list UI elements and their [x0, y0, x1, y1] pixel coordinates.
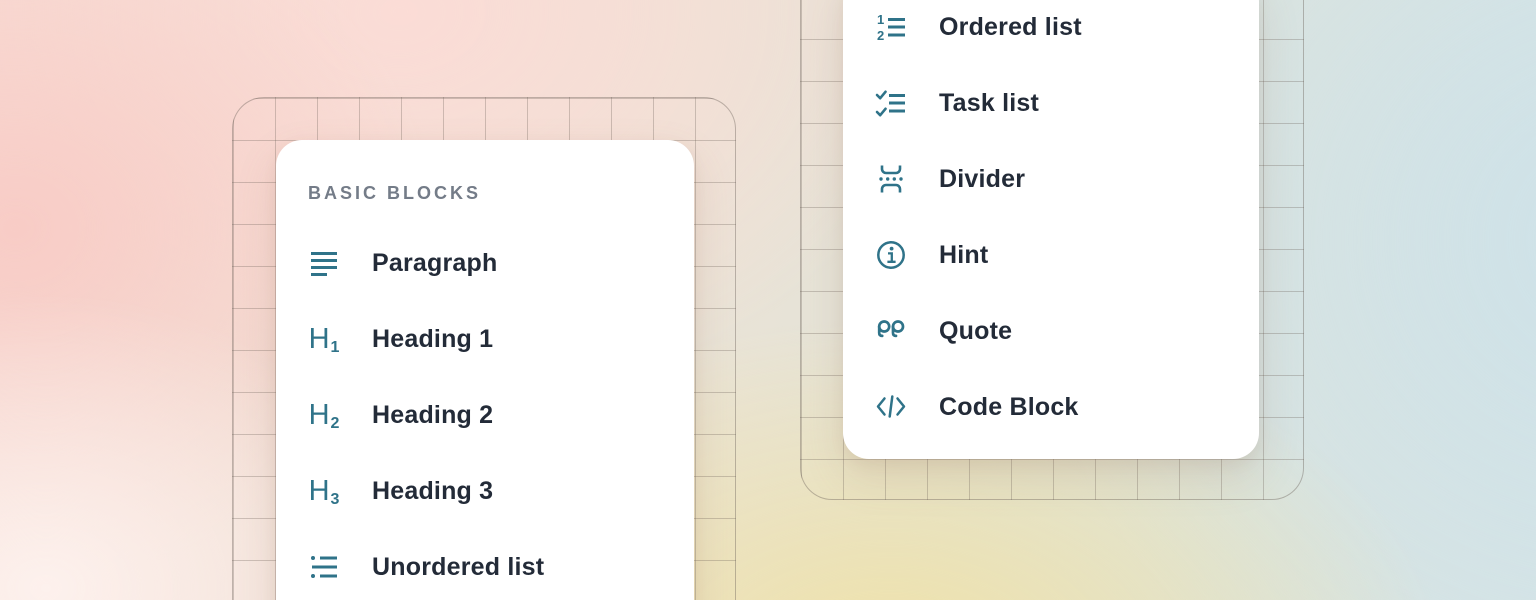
menu-item-hint[interactable]: Hint — [843, 217, 1259, 293]
quote-icon — [875, 315, 907, 347]
basic-blocks-menu: BASIC BLOCKS Paragraph H1 Heading 1 H2 H… — [276, 140, 694, 600]
menu-item-label: Heading 2 — [372, 401, 493, 430]
hint-icon — [875, 239, 907, 271]
menu-item-ordered-list[interactable]: 1 2 Ordered list — [843, 0, 1259, 65]
menu-item-code-block[interactable]: Code Block — [843, 369, 1259, 445]
task-list-icon — [875, 87, 907, 119]
divider-icon — [875, 163, 907, 195]
menu-item-heading-1[interactable]: H1 Heading 1 — [276, 301, 694, 377]
more-blocks-menu: 1 2 Ordered list Task list — [843, 0, 1259, 459]
menu-item-label: Heading 1 — [372, 325, 493, 354]
menu-item-unordered-list[interactable]: Unordered list — [276, 529, 694, 600]
heading-1-icon: H1 — [308, 323, 340, 355]
menu-item-paragraph[interactable]: Paragraph — [276, 225, 694, 301]
menu-item-quote[interactable]: Quote — [843, 293, 1259, 369]
heading-2-icon: H2 — [308, 399, 340, 431]
menu-item-label: Ordered list — [939, 13, 1082, 42]
menu-item-label: Task list — [939, 89, 1039, 118]
menu-item-label: Heading 3 — [372, 477, 493, 506]
svg-text:1: 1 — [877, 12, 884, 27]
svg-text:2: 2 — [877, 28, 884, 43]
ordered-list-icon: 1 2 — [875, 11, 907, 43]
menu-item-label: Unordered list — [372, 553, 544, 582]
paragraph-icon — [308, 247, 340, 279]
code-block-icon — [875, 391, 907, 423]
menu-item-divider[interactable]: Divider — [843, 141, 1259, 217]
menu-item-label: Code Block — [939, 393, 1079, 422]
menu-item-task-list[interactable]: Task list — [843, 65, 1259, 141]
menu-item-label: Hint — [939, 241, 988, 270]
menu-item-label: Quote — [939, 317, 1012, 346]
basic-blocks-header: BASIC BLOCKS — [308, 182, 694, 204]
menu-item-label: Divider — [939, 165, 1025, 194]
menu-item-label: Paragraph — [372, 249, 497, 278]
heading-3-icon: H3 — [308, 475, 340, 507]
unordered-list-icon — [308, 551, 340, 583]
menu-item-heading-2[interactable]: H2 Heading 2 — [276, 377, 694, 453]
menu-item-heading-3[interactable]: H3 Heading 3 — [276, 453, 694, 529]
